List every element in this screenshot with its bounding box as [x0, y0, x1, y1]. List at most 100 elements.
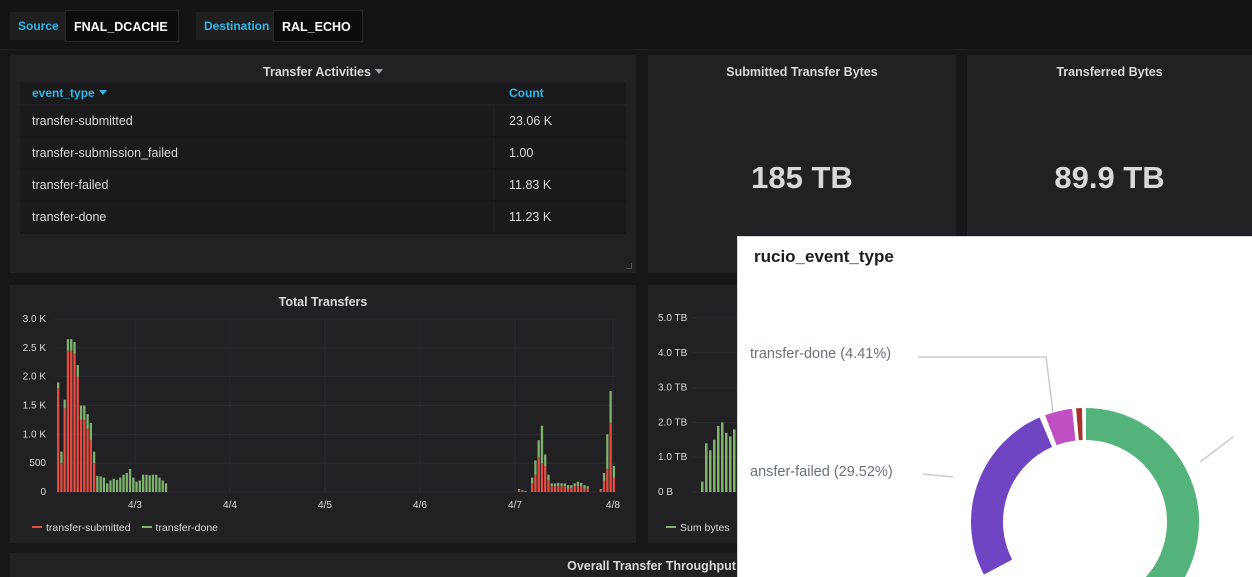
bar-transfer-done [148, 475, 151, 492]
table-row: transfer-done 11.23 K [20, 202, 626, 234]
bar-transfer-done [109, 480, 112, 492]
bar-transfer-done [66, 339, 70, 351]
bar-transfer-done [92, 451, 96, 464]
bar-transfer-done [537, 440, 540, 458]
bar-transfer-done [540, 425, 544, 464]
legend-item-sum-bytes[interactable]: Sum bytes [666, 522, 730, 534]
bar-transfer-done [609, 391, 612, 423]
donut-label-transfer-done: transfer-done (4.41%) [750, 346, 892, 362]
transfer-activities-panel: Transfer Activities event_type Count tra… [10, 55, 636, 273]
sort-icon [98, 90, 107, 95]
bar-transfer-submitted [557, 486, 560, 492]
bar-transfer-submitted [92, 463, 96, 492]
bar-transfer-done [63, 399, 66, 409]
bar-sum-bytes [721, 422, 724, 492]
count-cell: 11.23 K [495, 202, 626, 232]
x-tick-label: 4/4 [223, 500, 237, 511]
y-tick-label: 500 [29, 458, 46, 469]
bar-sum-bytes [705, 443, 708, 492]
bar-transfer-submitted [66, 350, 70, 492]
bar-transfer-done [599, 489, 602, 491]
bar-transfer-done [60, 451, 63, 464]
bar-transfer-done [73, 342, 76, 354]
bar-transfer-submitted [560, 486, 563, 492]
panel-title[interactable]: Transfer Activities [10, 65, 636, 79]
count-cell: 1.00 [495, 138, 626, 168]
legend-item-done[interactable]: transfer-done [141, 522, 218, 534]
bar-transfer-submitted [63, 408, 66, 492]
destination-dropdown[interactable]: RAL_ECHO [273, 10, 363, 61]
label-leader-line [922, 473, 954, 478]
bar-sum-bytes [725, 432, 728, 492]
bar-sum-bytes [709, 450, 712, 492]
bar-transfer-done [106, 483, 109, 492]
x-tick-label: 4/3 [128, 500, 142, 511]
y-tick-label: 3.0 TB [658, 383, 688, 394]
column-header-event-type[interactable]: event_type [32, 86, 107, 100]
bar-transfer-done [76, 365, 79, 377]
bar-transfer-submitted [540, 463, 544, 492]
column-header-count[interactable]: Count [509, 86, 544, 100]
panel-title[interactable]: Transferred Bytes [967, 65, 1252, 79]
bar-transfer-done [580, 482, 583, 487]
resize-handle[interactable] [626, 263, 632, 269]
bar-transfer-done [547, 474, 550, 481]
event-type-cell: transfer-submitted [20, 106, 493, 136]
bar-transfer-done [158, 477, 161, 492]
bar-transfer-done [151, 474, 155, 492]
legend-swatch [141, 526, 152, 528]
bar-transfer-submitted [534, 474, 537, 492]
y-tick-label: 4.0 TB [658, 348, 688, 359]
legend-swatch [666, 526, 676, 528]
bar-transfer-submitted [83, 419, 86, 492]
count-cell: 11.83 K [495, 170, 626, 200]
dashboard: { "variables": { "source_label": "Source… [0, 0, 1252, 577]
source-variable-label: Source [10, 12, 67, 40]
bar-transfer-submitted [583, 488, 586, 492]
bar-transfer-submitted [57, 388, 60, 492]
label-leader-line [918, 356, 1054, 413]
bar-transfer-done [96, 475, 99, 492]
bar-transfer-done [573, 483, 576, 487]
bar-transfer-submitted [76, 376, 79, 492]
destination-variable-label: Destination [196, 12, 278, 40]
bar-transfer-submitted [609, 422, 612, 492]
bar-transfer-done [570, 485, 573, 488]
bar-transfer-submitted [563, 486, 566, 492]
bar-transfer-submitted [586, 488, 589, 492]
bar-transfer-done [553, 483, 557, 487]
y-tick-label: 0 B [658, 487, 673, 498]
variable-bar: Source FNAL_DCACHE Destination RAL_ECHO [0, 0, 1252, 61]
bar-transfer-done [517, 489, 521, 491]
bar-transfer-done [576, 481, 580, 487]
y-tick-label: 3.0 K [23, 314, 47, 325]
table-row: transfer-failed 11.83 K [20, 170, 626, 202]
bar-transfer-done [612, 466, 616, 478]
table-header: event_type Count [20, 82, 626, 104]
bar-transfer-submitted [60, 463, 63, 492]
bar-transfer-done [122, 474, 125, 492]
bar-sum-bytes [733, 429, 736, 492]
bar-transfer-done [544, 454, 547, 467]
legend-item-submitted[interactable]: transfer-submitted [32, 522, 131, 534]
bar-transfer-done [161, 480, 164, 492]
bar-transfer-submitted [576, 486, 580, 492]
bar-transfer-done [86, 414, 89, 429]
bar-transfer-done [99, 476, 102, 492]
bar-transfer-done [602, 472, 606, 481]
panel-title[interactable]: Submitted Transfer Bytes [648, 65, 956, 79]
bar-transfer-submitted [521, 490, 524, 492]
bar-transfer-submitted [544, 466, 547, 492]
bar-transfer-done [57, 382, 60, 389]
source-dropdown[interactable]: FNAL_DCACHE [65, 10, 179, 61]
bar-transfer-done [534, 460, 537, 475]
table-row: transfer-submission_failed 1.00 [20, 138, 626, 170]
bar-transfer-submitted [86, 428, 89, 492]
donut-chart [918, 356, 1234, 577]
bar-transfer-done [560, 483, 563, 487]
bar-sum-bytes [713, 439, 716, 492]
event-type-cell: transfer-done [20, 202, 493, 232]
total-transfers-panel: Total Transfers 0 500 1.0 K 1.5 K 2.0 K 2.5 K… [10, 285, 636, 543]
event-type-cell: transfer-failed [20, 170, 493, 200]
legend: transfer-submitted transfer-done [32, 522, 218, 534]
